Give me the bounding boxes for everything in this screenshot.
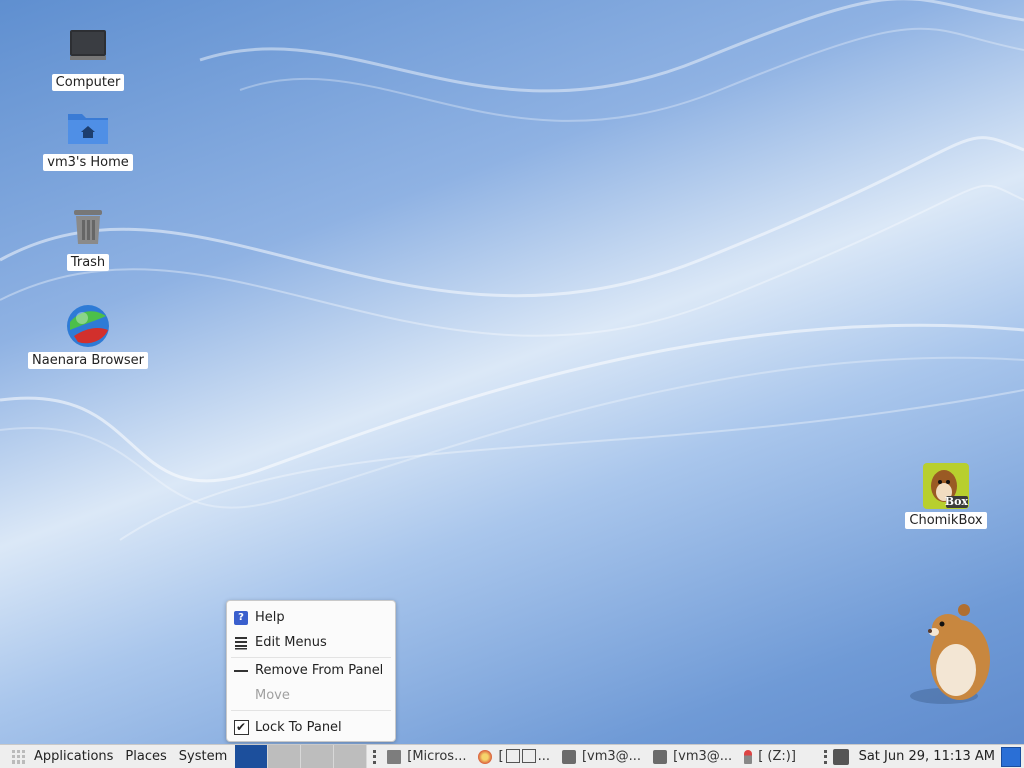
- task-button-browser[interactable]: [ ...: [472, 745, 555, 768]
- panel-drag-handle[interactable]: [371, 749, 377, 764]
- workspace-2[interactable]: [268, 745, 302, 768]
- desktop-icon-naenara-browser[interactable]: Naenara Browser: [28, 302, 149, 369]
- menu-item-label: Edit Menus: [255, 635, 327, 650]
- task-button-micros[interactable]: [Micros...: [381, 745, 472, 768]
- system-menu-button[interactable]: System: [173, 745, 233, 768]
- menu-item-label: Remove From Panel: [255, 663, 384, 678]
- menu-item-label: Move: [255, 688, 290, 703]
- task-label: [vm3@...: [673, 749, 733, 764]
- terminal-icon: [561, 749, 576, 764]
- task-label: [vm3@...: [581, 749, 642, 764]
- help-icon: ?: [233, 610, 249, 626]
- workspace-4[interactable]: [334, 745, 368, 768]
- task-label: [: [498, 749, 504, 764]
- workspace-3[interactable]: [301, 745, 335, 768]
- menu-item-move: Move: [227, 683, 395, 708]
- applications-label: Applications: [34, 749, 114, 764]
- desktop-icon-label: ChomikBox: [905, 512, 987, 529]
- task-button-z-drive[interactable]: [ (Z:)]: [738, 745, 802, 768]
- task-button-terminal-2[interactable]: [vm3@...: [647, 745, 738, 768]
- desktop-icon-trash[interactable]: Trash: [28, 204, 148, 271]
- folder-icon: [387, 749, 402, 764]
- hamster-mascot: [908, 600, 998, 710]
- panel-drag-handle[interactable]: [823, 749, 829, 764]
- applications-menu-button[interactable]: Applications: [0, 745, 119, 768]
- desktop-icon-label: Trash: [66, 254, 110, 271]
- places-menu-button[interactable]: Places: [119, 745, 172, 768]
- desktop-icon-chomikbox[interactable]: Box ChomikBox: [886, 462, 1006, 529]
- bottom-panel: Applications Places System [Micros... [ …: [0, 744, 1024, 768]
- menu-item-help[interactable]: ? Help: [227, 605, 395, 630]
- list-icon: [233, 635, 249, 651]
- trash-icon: [64, 204, 112, 252]
- show-desktop-button[interactable]: [1001, 746, 1021, 767]
- apps-grid-icon: [12, 749, 26, 764]
- menu-item-lock-to-panel[interactable]: ✔ Lock To Panel: [227, 713, 395, 741]
- task-label: [ (Z:)]: [758, 749, 796, 764]
- menu-item-label: Lock To Panel: [255, 719, 342, 735]
- mail-icon: [653, 749, 668, 764]
- desktop-icon-computer[interactable]: Computer: [28, 24, 148, 91]
- chomikbox-badge-text: Box: [944, 495, 968, 508]
- network-tray-icon[interactable]: [832, 748, 849, 765]
- menu-item-edit-menus[interactable]: Edit Menus: [227, 630, 395, 655]
- workspace-switcher: [235, 745, 368, 768]
- desktop-icon-label: Naenara Browser: [28, 352, 149, 369]
- chomikbox-icon: Box: [922, 462, 970, 510]
- workspace-1[interactable]: [235, 745, 269, 768]
- pin-icon: [744, 749, 753, 764]
- computer-icon: [64, 24, 112, 72]
- task-label: [Micros...: [407, 749, 467, 764]
- wallpaper: [0, 0, 1024, 541]
- globe-browser-icon: [64, 302, 112, 350]
- home-folder-icon: [64, 104, 112, 152]
- garbled-text: ...: [505, 749, 550, 764]
- panel-context-menu: ? Help Edit Menus Remove From Panel Move…: [226, 600, 396, 742]
- clock[interactable]: Sat Jun 29, 11:13 AM: [855, 745, 999, 768]
- desktop-icon-label: vm3's Home: [43, 154, 133, 171]
- desktop-icon-label: Computer: [51, 74, 125, 91]
- menu-item-remove-from-panel[interactable]: Remove From Panel: [227, 658, 395, 683]
- checkbox-checked-icon[interactable]: ✔: [233, 719, 249, 735]
- remove-icon: [233, 663, 249, 679]
- browser-icon: [478, 749, 493, 764]
- menu-separator: [231, 710, 391, 711]
- menu-item-label: Help: [255, 610, 285, 625]
- task-button-terminal-1[interactable]: [vm3@...: [556, 745, 647, 768]
- desktop-icon-home[interactable]: vm3's Home: [28, 104, 148, 171]
